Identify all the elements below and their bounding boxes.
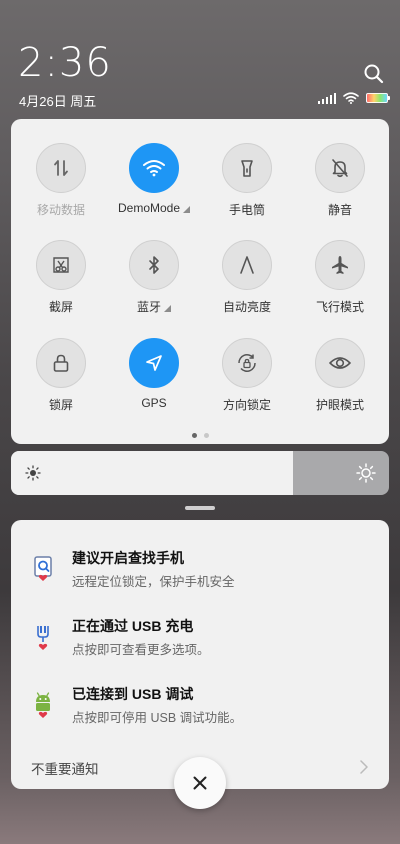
- tile-eye-care[interactable]: 护眼模式: [293, 338, 387, 413]
- tile-gps[interactable]: GPS: [107, 338, 201, 410]
- bell-off-icon: [332, 159, 348, 178]
- clock: 2:36: [18, 40, 112, 86]
- tile-label: 静音: [327, 203, 352, 217]
- tile-label: 锁屏: [48, 398, 73, 412]
- tile-label: 截屏: [48, 300, 73, 314]
- expand-triangle-icon: [164, 304, 171, 312]
- notification-body: 远程定位锁定，保护手机安全: [72, 575, 235, 589]
- tile-eye-care-button[interactable]: [315, 338, 365, 388]
- notification-item[interactable]: 正在通过 USB 充电 点按即可查看更多选项。: [11, 610, 389, 660]
- notification-body: 点按即可查看更多选项。: [72, 643, 210, 657]
- unimportant-notifications-link[interactable]: 不重要通知: [31, 758, 99, 778]
- find-phone-icon: [34, 556, 52, 581]
- brightness-high-icon: [356, 463, 376, 483]
- android-debug-icon: [36, 692, 50, 718]
- tile-wifi-button[interactable]: [129, 143, 179, 193]
- wifi-status-icon: [343, 92, 359, 104]
- mobile-data-icon: [54, 160, 68, 176]
- flashlight-icon: [241, 160, 253, 177]
- tile-label: 蓝牙: [136, 300, 161, 314]
- tile-label: 飞行模式: [315, 300, 364, 314]
- cell-signal-icon: [317, 92, 336, 104]
- tile-mobile-data[interactable]: 移动数据: [14, 143, 108, 218]
- tile-label: 护眼模式: [315, 398, 364, 412]
- location-arrow-icon: [146, 355, 162, 371]
- notification-body: 点按即可停用 USB 调试功能。: [72, 711, 243, 725]
- brightness-fill: [11, 451, 293, 495]
- auto-brightness-icon: [240, 256, 254, 274]
- tile-label: DemoMode: [117, 201, 181, 215]
- tile-label: GPS: [141, 396, 167, 410]
- page-dot[interactable]: [203, 433, 209, 438]
- tile-lock-screen[interactable]: 锁屏: [14, 338, 108, 413]
- usb-icon: [37, 626, 49, 650]
- screenshot-icon: [53, 257, 69, 273]
- tile-flashlight-button[interactable]: [222, 143, 272, 193]
- tile-rotation-lock[interactable]: 方向锁定: [200, 338, 294, 413]
- tile-label: 自动亮度: [222, 300, 271, 314]
- tile-flashlight[interactable]: 手电筒: [200, 143, 294, 218]
- tile-gps-button[interactable]: [129, 338, 179, 388]
- search-icon[interactable]: [362, 62, 386, 86]
- tile-rotation-lock-button[interactable]: [222, 338, 272, 388]
- drag-handle[interactable]: [185, 506, 215, 510]
- status-icons: [317, 91, 390, 105]
- tile-airplane-button[interactable]: [315, 240, 365, 290]
- eye-icon: [329, 357, 351, 369]
- tile-lock-screen-button[interactable]: [36, 338, 86, 388]
- rotation-lock-icon: [238, 354, 256, 372]
- lock-icon: [53, 354, 69, 372]
- page-dot-active: [191, 433, 197, 438]
- tile-screenshot-button[interactable]: [36, 240, 86, 290]
- notification-item[interactable]: 已连接到 USB 调试 点按即可停用 USB 调试功能。: [11, 678, 389, 728]
- tile-auto-brightness-button[interactable]: [222, 240, 272, 290]
- tile-label: 移动数据: [36, 203, 85, 217]
- notification-title: 正在通过 USB 充电: [72, 618, 194, 634]
- clear-all-button[interactable]: [174, 757, 226, 809]
- tile-label: 方向锁定: [222, 398, 271, 412]
- tile-bluetooth-button[interactable]: [129, 240, 179, 290]
- close-icon: [193, 776, 207, 790]
- notification-item[interactable]: 建议开启查找手机 远程定位锁定，保护手机安全: [11, 542, 389, 592]
- tile-bluetooth[interactable]: 蓝牙: [107, 240, 201, 315]
- tile-screenshot[interactable]: 截屏: [14, 240, 108, 315]
- page-indicator: [11, 433, 389, 438]
- tile-airplane[interactable]: 飞行模式: [293, 240, 387, 315]
- tile-mobile-data-button[interactable]: [36, 143, 86, 193]
- tile-mute-button[interactable]: [315, 143, 365, 193]
- expand-triangle-icon: [183, 206, 191, 213]
- notification-panel: 建议开启查找手机 远程定位锁定，保护手机安全 正在通过 USB 充电 点按即可查…: [11, 520, 389, 789]
- tile-auto-brightness[interactable]: 自动亮度: [200, 240, 294, 315]
- bluetooth-icon: [149, 256, 159, 274]
- airplane-icon: [332, 256, 348, 274]
- tile-label: 手电筒: [228, 203, 265, 217]
- quick-settings-panel: 移动数据 DemoMode 手电筒 静音 截屏 蓝牙 自动亮度 飞行模式 锁屏 …: [11, 119, 389, 444]
- brightness-slider[interactable]: [11, 451, 389, 495]
- notification-title: 建议开启查找手机: [72, 550, 184, 566]
- battery-icon: [366, 93, 390, 103]
- tile-mute[interactable]: 静音: [293, 143, 387, 218]
- wifi-icon: [143, 160, 165, 177]
- date: 4月26日 周五: [19, 94, 97, 109]
- chevron-right-icon[interactable]: [359, 760, 369, 774]
- brightness-low-icon: [25, 465, 41, 481]
- notification-title: 已连接到 USB 调试: [72, 686, 194, 702]
- tile-wifi[interactable]: DemoMode: [107, 143, 201, 215]
